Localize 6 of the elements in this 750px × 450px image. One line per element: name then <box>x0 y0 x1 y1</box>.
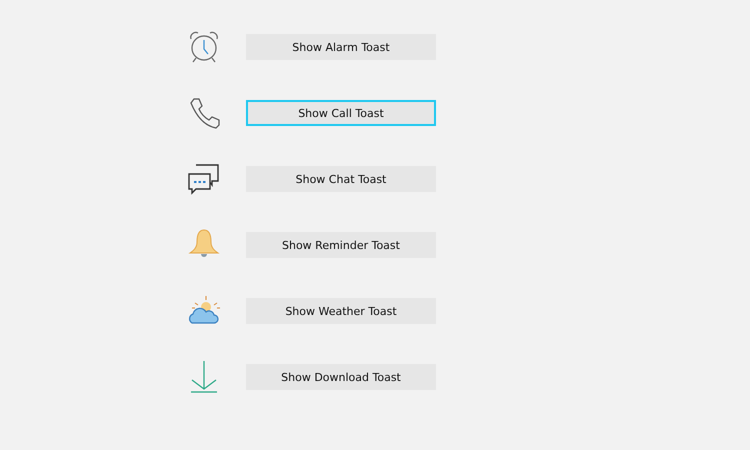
toast-button[interactable]: Show Weather Toast <box>246 298 436 324</box>
toast-button[interactable]: Show Call Toast <box>246 100 436 126</box>
toast-button[interactable]: Show Chat Toast <box>246 166 436 192</box>
toast-button[interactable]: Show Alarm Toast <box>246 34 436 60</box>
toast-button[interactable]: Show Download Toast <box>246 364 436 390</box>
toast-button[interactable]: Show Reminder Toast <box>246 232 436 258</box>
